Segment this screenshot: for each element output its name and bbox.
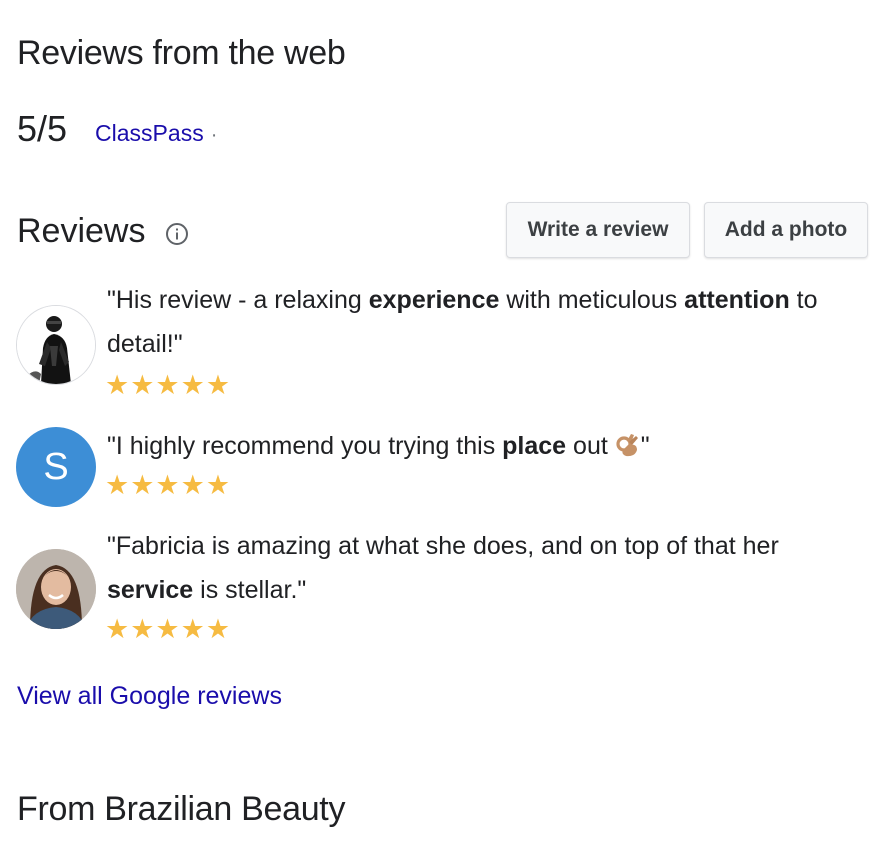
web-rating-score: 5/5 bbox=[17, 108, 68, 149]
review-text: "His review - a relaxing experience with… bbox=[107, 286, 818, 358]
star-rating: ★★★★★ bbox=[105, 614, 232, 644]
review-text: "Fabricia is amazing at what she does, a… bbox=[107, 532, 779, 604]
star-rating: ★★★★★ bbox=[105, 470, 232, 500]
user-photo-icon bbox=[16, 305, 96, 385]
star-rating: ★★★★★ bbox=[105, 370, 232, 400]
write-review-button[interactable]: Write a review bbox=[506, 202, 690, 258]
reviews-title: Reviews bbox=[17, 212, 146, 250]
add-photo-button[interactable]: Add a photo bbox=[704, 202, 868, 258]
web-rating-row: 5/5 ClassPass · bbox=[17, 108, 217, 150]
reviews-from-web-title: Reviews from the web bbox=[17, 34, 346, 72]
separator-dot: · bbox=[210, 124, 218, 146]
reviews-header: Reviews bbox=[17, 212, 189, 251]
view-all-reviews-link[interactable]: View all Google reviews bbox=[17, 682, 282, 711]
user-avatar: S bbox=[16, 427, 96, 507]
ok-hand-emoji-icon bbox=[615, 428, 641, 457]
brand-section-title: From Brazilian Beauty bbox=[17, 790, 346, 828]
review-text: "I highly recommend you trying this plac… bbox=[107, 424, 868, 468]
classpass-link[interactable]: ClassPass bbox=[95, 120, 204, 147]
user-photo-icon bbox=[16, 549, 96, 629]
avatar-letter: S bbox=[43, 445, 69, 488]
info-icon[interactable] bbox=[165, 222, 189, 246]
